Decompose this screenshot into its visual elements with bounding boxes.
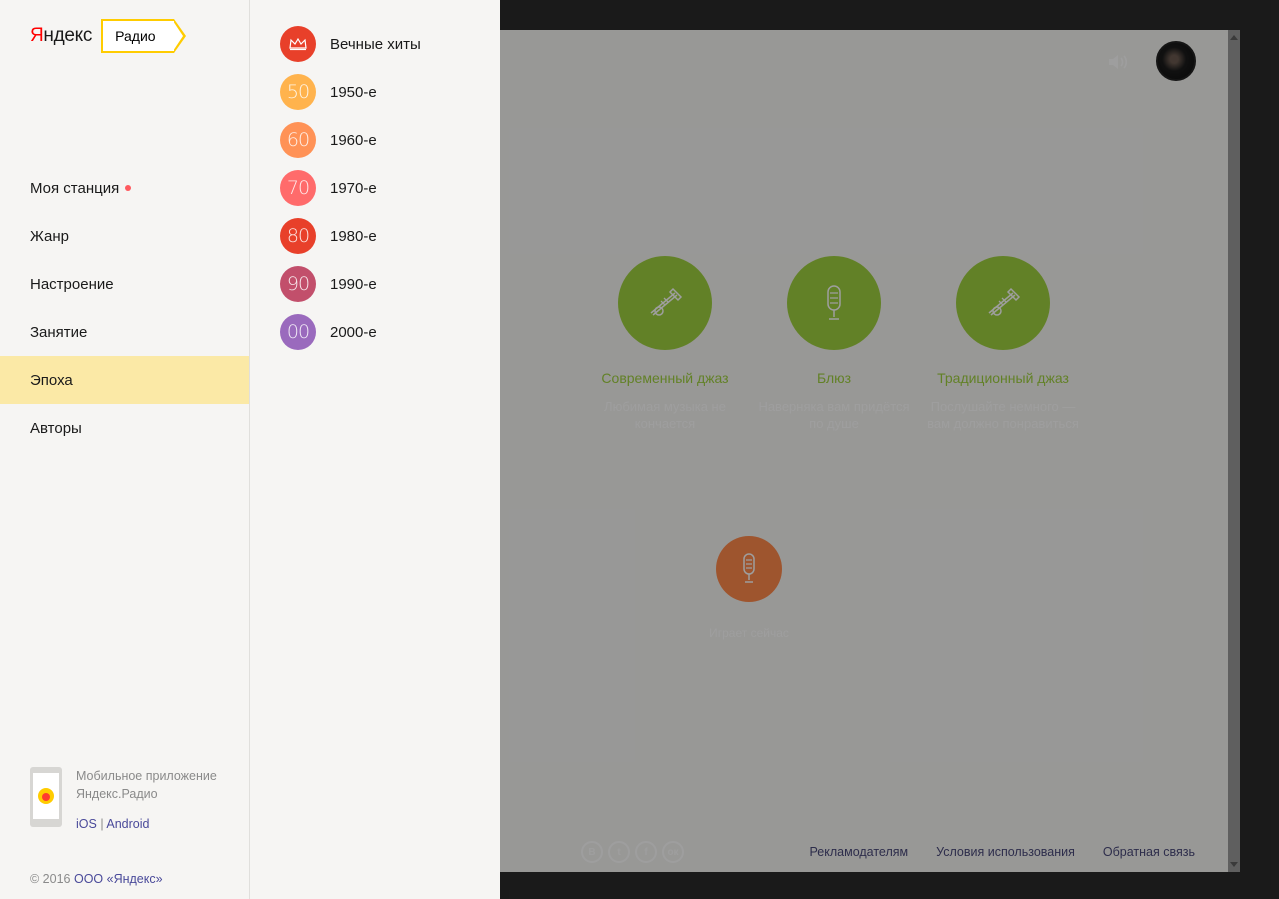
- station-card[interactable]: Современный джаз Любимая музыка не кончае…: [580, 256, 750, 432]
- era-label: 2000-е: [330, 323, 377, 341]
- sidebar-item-1[interactable]: Жанр: [0, 212, 249, 260]
- sidebar-item-5[interactable]: Авторы: [0, 404, 249, 452]
- station-disc[interactable]: [956, 256, 1050, 350]
- era-label: 1990-е: [330, 275, 377, 293]
- station-description: Любимая музыка не кончается: [604, 399, 726, 431]
- radio-logo-tag: Радио: [101, 19, 186, 53]
- era-item-3[interactable]: 70 1970-е: [280, 164, 421, 212]
- main-nav: Моя станция Жанр Настроение Занятие Эпоха Авт…: [0, 164, 249, 452]
- user-avatar[interactable]: [1156, 41, 1196, 81]
- station-title[interactable]: Традиционный джаз: [918, 370, 1088, 386]
- android-link[interactable]: Android: [106, 817, 149, 831]
- era-badge: 00: [280, 314, 316, 350]
- era-badge: [280, 26, 316, 62]
- sidebar-item-label: Эпоха: [30, 371, 73, 389]
- trumpet-icon: [988, 287, 1021, 316]
- copyright-prefix: © 2016: [30, 872, 71, 886]
- sidebar-item-label: Моя станция: [30, 179, 120, 197]
- facebook-icon[interactable]: f: [635, 841, 657, 863]
- station-disc[interactable]: [618, 256, 712, 350]
- station-title[interactable]: Блюз: [749, 370, 919, 386]
- ios-link[interactable]: iOS: [76, 817, 97, 831]
- era-submenu: Вечные хиты 50 1950-е 60 1960-е 70 1970-е 80 198…: [250, 0, 500, 899]
- sidebar-item-label: Настроение: [30, 275, 114, 293]
- copyright-link[interactable]: ООО «Яндекс»: [74, 872, 163, 886]
- promo-links: iOS | Android: [76, 817, 149, 831]
- sidebar-item-4[interactable]: Эпоха: [0, 356, 249, 404]
- station-card[interactable]: Традиционный джаз Послушайте немного — ва…: [918, 256, 1088, 432]
- footer-links: Рекламодателям Условия использования Обрат…: [810, 845, 1195, 859]
- social-links: Вt f ок: [581, 841, 684, 863]
- era-label: Вечные хиты: [330, 35, 421, 53]
- sidebar: Яндекс Радио Моя станция Жанр Настроение За…: [0, 0, 250, 899]
- sidebar-item-0[interactable]: Моя станция: [0, 164, 249, 212]
- era-item-6[interactable]: 00 2000-е: [280, 308, 421, 356]
- era-label: 1980-е: [330, 227, 377, 245]
- era-item-1[interactable]: 50 1950-е: [280, 68, 421, 116]
- new-indicator-dot: [125, 185, 132, 191]
- era-badge: 50: [280, 74, 316, 110]
- promo-line-2: Яндекс.Радио: [76, 787, 158, 801]
- radio-logo-text: Радио: [115, 28, 156, 44]
- promo-text: Мобильное приложение Яндекс.Радио: [76, 767, 246, 803]
- now-playing-disc[interactable]: [716, 536, 782, 602]
- sidebar-item-label: Жанр: [30, 227, 69, 245]
- promo-separator: |: [100, 817, 104, 831]
- station-title[interactable]: Современный джаз: [580, 370, 750, 386]
- sidebar-item-label: Занятие: [30, 323, 88, 341]
- footer-link[interactable]: Условия использования: [936, 845, 1075, 859]
- scrollbar[interactable]: [1228, 30, 1240, 872]
- era-badge: 90: [280, 266, 316, 302]
- era-item-0[interactable]: Вечные хиты: [280, 20, 421, 68]
- footer-link[interactable]: Обратная связь: [1103, 845, 1195, 859]
- sidebar-item-2[interactable]: Настроение: [0, 260, 249, 308]
- era-list: Вечные хиты 50 1950-е 60 1960-е 70 1970-е 80 198…: [280, 20, 421, 356]
- scroll-down-arrow-icon[interactable]: [1230, 862, 1238, 867]
- yandex-logo: Яндекс: [30, 25, 93, 46]
- copyright: © 2016 ООО «Яндекс»: [30, 872, 163, 886]
- era-badge: 60: [280, 122, 316, 158]
- station-description: Наверняка вам придётся по душе: [758, 399, 910, 431]
- footer-link[interactable]: Рекламодателям: [810, 845, 909, 859]
- twitter-icon[interactable]: t: [608, 841, 630, 863]
- logo[interactable]: Яндекс Радио: [30, 19, 186, 53]
- vk-icon[interactable]: В: [581, 841, 603, 863]
- volume-icon[interactable]: [1107, 52, 1131, 72]
- era-item-2[interactable]: 60 1960-е: [280, 116, 421, 164]
- phone-icon: [30, 767, 62, 827]
- microphone-icon: [827, 285, 841, 320]
- odnoklassniki-icon[interactable]: ок: [662, 841, 684, 863]
- now-playing[interactable]: Играет сейчас: [689, 536, 809, 640]
- era-label: 1970-е: [330, 179, 377, 197]
- era-label: 1960-е: [330, 131, 377, 149]
- era-item-4[interactable]: 80 1980-е: [280, 212, 421, 260]
- promo-line-1: Мобильное приложение: [76, 769, 217, 783]
- microphone-icon: [743, 553, 755, 583]
- station-disc[interactable]: [787, 256, 881, 350]
- station-card[interactable]: Блюз Наверняка вам придётся по душе: [749, 256, 919, 432]
- scroll-up-arrow-icon[interactable]: [1230, 35, 1238, 40]
- trumpet-icon: [650, 287, 683, 316]
- crown-icon: [289, 37, 307, 51]
- era-item-5[interactable]: 90 1990-е: [280, 260, 421, 308]
- era-badge: 80: [280, 218, 316, 254]
- now-playing-label: Играет сейчас: [709, 626, 789, 640]
- era-label: 1950-е: [330, 83, 377, 101]
- era-badge: 70: [280, 170, 316, 206]
- sidebar-item-label: Авторы: [30, 419, 82, 437]
- station-description: Послушайте немного — вам должно понравит…: [927, 399, 1079, 431]
- sidebar-item-3[interactable]: Занятие: [0, 308, 249, 356]
